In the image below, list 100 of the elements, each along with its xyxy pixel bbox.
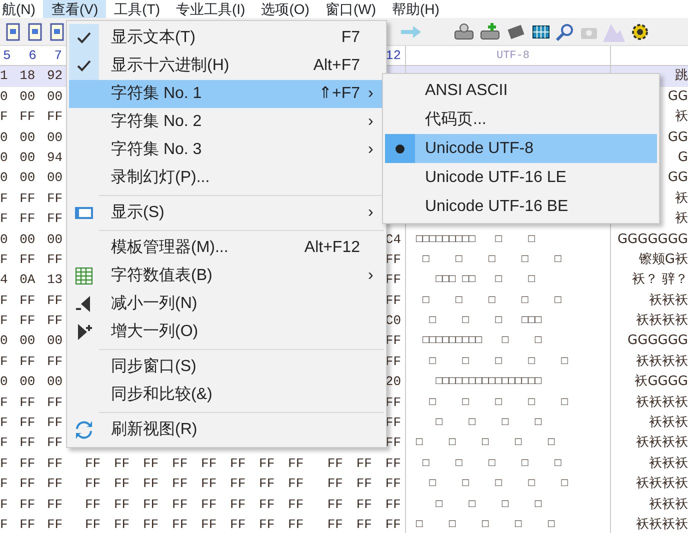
menu-item[interactable]: 字符集 No. 3 ›: [69, 136, 384, 164]
decoded-text: 袄袄袄袄: [636, 354, 688, 369]
decoded-text: 袄袄袄袄: [636, 516, 688, 532]
decoded-text: 镲颊G袄: [638, 252, 688, 267]
decoded-text: 袄袄袄: [649, 496, 688, 512]
decoded-text: □ □ □ □ □: [428, 478, 568, 490]
menu-item[interactable]: 字符集 No. 1 ⇑+F7 ›: [69, 80, 384, 108]
column-header: 12: [385, 48, 401, 63]
hex-bytes: F FF FF: [0, 496, 62, 512]
menu-item[interactable]: 显示文本(T) F7: [69, 24, 384, 52]
decoded-text: □ □ □ □ □: [428, 356, 568, 368]
hex-bytes: FF FF FF FF FF FF FF FF: [85, 476, 304, 492]
document-icon: [48, 22, 66, 42]
drive-icon: [479, 22, 501, 42]
menu-item[interactable]: 同步和比较(&): [69, 381, 384, 409]
menu-item[interactable]: Unicode UTF-16 LE: [385, 163, 657, 192]
decoded-text: □ □ □ □ □: [422, 254, 562, 266]
hex-bytes: 1 18 92: [0, 68, 62, 84]
decoded-text: 袄袄袄: [649, 292, 688, 308]
menu-item[interactable]: 显示(S) ›: [69, 199, 384, 227]
hex-bytes: FF FF FF FF FF FF FF FF: [85, 496, 304, 512]
menu-item[interactable]: 显示十六进制(H) Alt+F7: [69, 52, 384, 80]
menu-item[interactable]: ANSI ASCII: [385, 76, 657, 105]
gear-icon: [629, 22, 651, 42]
hex-bytes: F FF FF: [0, 109, 62, 124]
menu-item[interactable]: 字符集 No. 2 ›: [69, 108, 384, 136]
arrow-icon: [399, 24, 423, 40]
decoded-text: GGGGGGG: [617, 232, 688, 247]
hex-bytes: F FF FF: [0, 211, 62, 226]
drive-icon: [453, 22, 475, 42]
menu-item[interactable]: 查看(V): [43, 0, 106, 18]
hex-bytes: F FF FF: [0, 476, 62, 492]
decoded-text: GG: [668, 130, 688, 145]
menu-label: Unicode UTF-16 LE: [424, 168, 566, 188]
menu-label: Unicode UTF-16 BE: [424, 196, 568, 216]
decoded-text: GG: [668, 170, 688, 186]
menu-label: 同步和比较(&): [110, 385, 214, 405]
menu-item[interactable]: Unicode UTF-8: [385, 134, 657, 163]
menu-item[interactable]: 窗口(W): [317, 0, 384, 18]
menu-label: 减小一列(N): [110, 294, 198, 314]
menu-label: 录制幻灯(P)...: [110, 168, 211, 188]
shortcut-text: Alt+F7: [313, 56, 361, 76]
menu-item[interactable]: 工具(T): [106, 0, 168, 18]
hex-bytes: F FF FF: [0, 292, 62, 308]
menu-item[interactable]: 代码页...: [385, 105, 657, 134]
menu-label: 代码页...: [424, 110, 486, 130]
decoded-text: 袄袄袄袄: [636, 476, 688, 492]
refresh-icon: [74, 420, 94, 440]
decoded-text: 袄: [675, 211, 688, 226]
menu-item[interactable]: 选项(O): [253, 0, 318, 18]
hex-bytes: 0 00 00: [0, 130, 62, 145]
menu-label: 显示文本(T): [110, 28, 196, 48]
decoded-text: □ □ □ □ □: [422, 458, 562, 470]
menu-item[interactable]: 同步窗口(S): [69, 353, 384, 381]
column-header: UTF-8: [496, 50, 530, 62]
menu-item[interactable]: 帮助(H): [384, 0, 448, 18]
menu-item[interactable]: 字符数值表(B) ›: [69, 262, 384, 290]
search-icon: [555, 22, 575, 42]
hex-bytes: FF FF FF: [327, 516, 401, 532]
hex-bytes: FF FF FF: [327, 476, 401, 492]
submenu-arrow: ›: [368, 85, 374, 102]
menu-item[interactable]: 录制幻灯(P)...: [69, 164, 384, 192]
decoded-text: 袄袄袄袄: [636, 313, 688, 328]
menu-item[interactable]: 刷新视图(R): [69, 416, 384, 444]
menu-item[interactable]: 模板管理器(M)... Alt+F12: [69, 234, 384, 262]
hex-bytes: F FF FF: [0, 394, 62, 410]
menu-label: 字符集 No. 2: [110, 112, 203, 132]
menu-item[interactable]: Unicode UTF-16 BE: [385, 192, 657, 221]
decoded-text: □ □ □ □: [434, 498, 542, 511]
decoded-text: □ □ □ □ □: [416, 437, 555, 450]
window-icon: [74, 205, 94, 221]
decoded-text: □ □ □ □□□: [428, 315, 542, 328]
decoded-text: 袄袄袄: [649, 456, 688, 471]
hex-bytes: FF FF FF: [327, 496, 401, 512]
decoded-text: □ □ □ □ □: [422, 294, 562, 307]
hex-bytes: 0 00 94: [0, 150, 62, 165]
hex-bytes: F FF FF: [0, 252, 62, 267]
decoded-text: 袄袄袄袄: [636, 394, 688, 410]
document-icon: [26, 22, 44, 42]
hex-bytes: 0 00 00: [0, 170, 62, 186]
decoded-text: □□□□□□□□□ □ □: [416, 234, 535, 246]
menu-item[interactable]: 减小一列(N): [69, 290, 384, 318]
hex-bytes: 0 00 00: [0, 232, 62, 247]
mountain-icon: [603, 22, 625, 42]
decoded-text: □□□□□□□□□ □ □: [422, 335, 542, 348]
menu-item[interactable]: 增大一列(O): [69, 318, 384, 346]
menu-item[interactable]: 航(N): [0, 0, 44, 18]
menu-item[interactable]: 专业工具(I): [168, 0, 254, 18]
decoded-text: GG: [668, 88, 688, 104]
submenu-arrow: ›: [368, 141, 374, 158]
decoded-text: □ □ □ □ □: [428, 396, 568, 409]
decoded-text: 袄GGGG: [634, 374, 688, 390]
hex-bytes: F FF FF: [0, 516, 62, 532]
table-icon: [75, 267, 93, 285]
hex-bytes: F FF FF: [0, 456, 62, 471]
decoded-text: G: [678, 150, 688, 165]
hex-bytes: 0 00 00: [0, 88, 62, 104]
decoded-text: 袄: [675, 190, 688, 206]
hex-bytes: F FF FF: [0, 415, 62, 430]
hex-bytes: FF FF FF FF FF FF FF FF: [85, 456, 304, 471]
